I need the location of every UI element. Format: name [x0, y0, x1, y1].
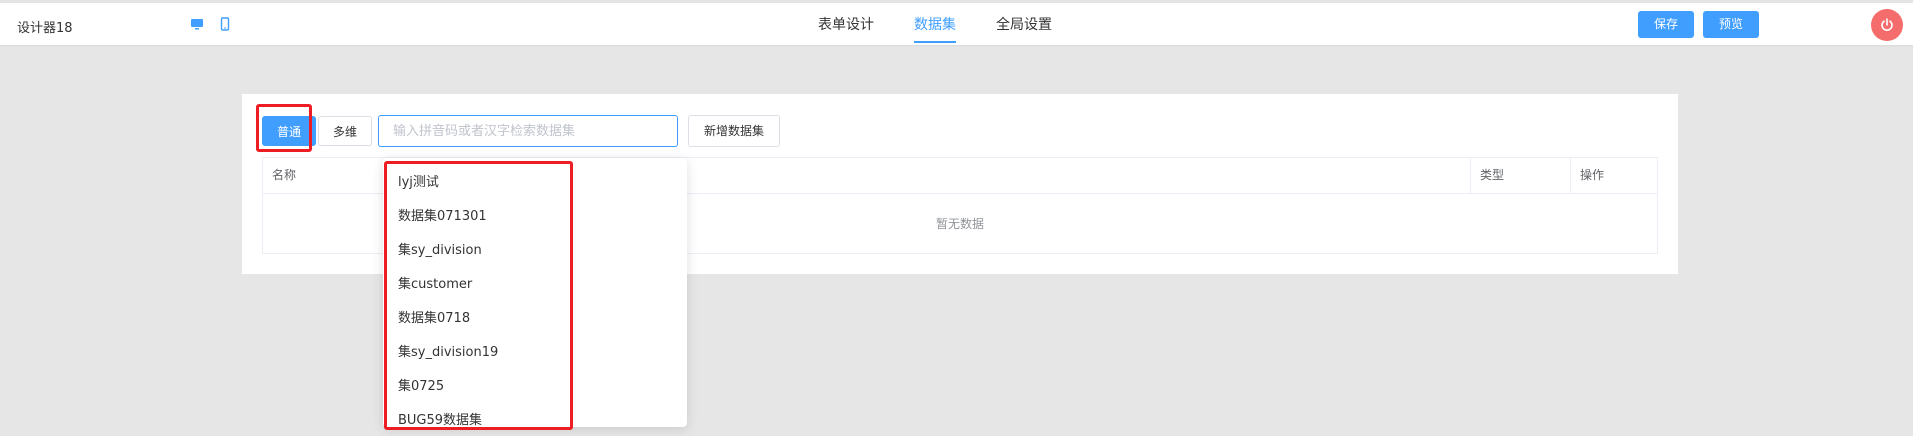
column-header-type: 类型	[1480, 168, 1505, 182]
preview-button[interactable]: 预览	[1703, 11, 1759, 38]
power-button[interactable]	[1871, 9, 1903, 41]
tab-form-design[interactable]: 表单设计	[818, 14, 874, 41]
tab-dataset[interactable]: 数据集	[914, 14, 956, 43]
dataset-search-input[interactable]	[378, 115, 678, 147]
power-icon	[1881, 18, 1893, 31]
highlight-dropdown-items	[384, 161, 573, 430]
tab-global-settings[interactable]: 全局设置	[996, 14, 1052, 41]
top-bar: 设计器18 表单设计 数据集 全局设置 保存 预览	[0, 0, 1913, 45]
column-header-actions: 操作	[1580, 168, 1605, 182]
app-title: 设计器18	[17, 21, 73, 36]
highlight-normal-mode	[256, 104, 312, 152]
mode-multidim-button[interactable]: 多维	[318, 116, 372, 146]
save-button[interactable]: 保存	[1638, 11, 1694, 38]
mobile-icon[interactable]	[218, 17, 232, 31]
add-dataset-button[interactable]: 新增数据集	[688, 115, 780, 147]
desktop-icon[interactable]	[190, 17, 204, 31]
